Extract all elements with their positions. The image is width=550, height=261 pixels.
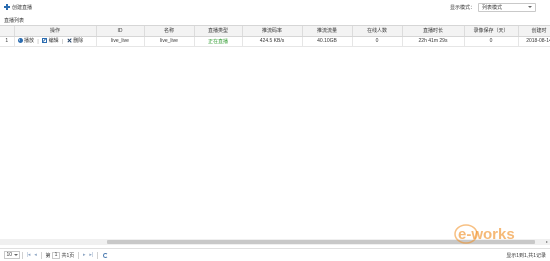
table-header-row: 操作 ID 名称 直播类型 推流码率 推流流量 在线人数 直播时长 录像保存（天… bbox=[0, 26, 550, 37]
chevron-down-icon bbox=[528, 6, 532, 8]
column-header-index bbox=[0, 26, 15, 37]
edit-label: 编辑 bbox=[48, 38, 59, 44]
plus-icon bbox=[4, 4, 10, 10]
watermark-text: e-works bbox=[458, 226, 515, 243]
create-live-button[interactable]: 创建直播 bbox=[4, 3, 32, 11]
play-button[interactable]: 播放 bbox=[17, 37, 35, 44]
cell-bitrate: 424.5 KB/s bbox=[242, 36, 303, 47]
next-page-button[interactable]: ▸ bbox=[81, 251, 88, 259]
scroll-right-icon[interactable] bbox=[546, 240, 548, 243]
page-size-select[interactable]: 10 bbox=[4, 251, 20, 259]
column-header-retention[interactable]: 录像保存（天） bbox=[464, 26, 519, 37]
cell-created: 2018-08-14 bbox=[518, 36, 550, 47]
column-header-bitrate[interactable]: 推流码率 bbox=[242, 26, 303, 37]
chevron-down-icon bbox=[13, 254, 18, 256]
prev-page-button[interactable]: ◂ bbox=[32, 251, 39, 259]
page-suffix: 共1页 bbox=[61, 252, 75, 259]
column-header-online[interactable]: 在线人数 bbox=[352, 26, 403, 37]
play-icon bbox=[17, 38, 23, 43]
panel-title: 直播列表 bbox=[4, 18, 25, 24]
edit-button[interactable]: 编辑 bbox=[42, 37, 59, 44]
cell-traffic: 40.10GB bbox=[302, 36, 353, 47]
create-live-label: 创建直播 bbox=[12, 4, 33, 11]
cell-online: 0 bbox=[352, 36, 403, 47]
column-header-created[interactable]: 创建时 bbox=[518, 26, 550, 37]
edit-icon bbox=[42, 38, 48, 43]
display-mode: 显示模式： 列表模式 bbox=[450, 2, 536, 12]
display-mode-select[interactable]: 列表模式 bbox=[478, 2, 536, 12]
row-index: 1 bbox=[0, 36, 15, 47]
last-page-button[interactable]: ▸| bbox=[88, 251, 95, 259]
cell-id: live_live bbox=[96, 36, 145, 47]
row-actions: 播放 | 编辑 | 删除 bbox=[14, 36, 97, 47]
first-page-button[interactable]: |◂ bbox=[25, 251, 32, 259]
cell-retention: 0 bbox=[464, 36, 519, 47]
page-size-value: 10 bbox=[6, 252, 13, 258]
column-header-name[interactable]: 名称 bbox=[144, 26, 195, 37]
play-label: 播放 bbox=[24, 38, 35, 44]
records-summary: 显示1到1,共1记录 bbox=[506, 253, 546, 259]
display-mode-value: 列表模式 bbox=[482, 4, 503, 11]
eworks-watermark: e-works bbox=[454, 224, 515, 244]
page-number-input[interactable]: 1 bbox=[52, 251, 61, 259]
close-icon bbox=[67, 38, 72, 43]
display-mode-label: 显示模式： bbox=[449, 4, 475, 11]
cell-duration: 22h 41m 29s bbox=[402, 36, 465, 47]
column-header-type[interactable]: 直播类型 bbox=[194, 26, 243, 37]
column-header-traffic[interactable]: 推流流量 bbox=[302, 26, 353, 37]
page-prefix: 第 bbox=[45, 252, 51, 259]
column-header-id[interactable]: ID bbox=[96, 26, 145, 37]
delete-label: 删除 bbox=[73, 38, 84, 44]
cell-live-type: 正在直播 bbox=[194, 36, 243, 47]
table-row[interactable]: 1 播放 | 编辑 | 删除 live_live live_live 正在直播 … bbox=[0, 36, 550, 47]
delete-button[interactable]: 删除 bbox=[67, 37, 84, 44]
pagination-bar: 10 |◂ ◂ 第 1 共1页 ▸ ▸| 显示1到1,共1记录 bbox=[0, 248, 550, 261]
refresh-icon[interactable] bbox=[102, 252, 108, 258]
column-header-actions[interactable]: 操作 bbox=[14, 26, 97, 37]
cell-name: live_live bbox=[144, 36, 195, 47]
toolbar: 创建直播 显示模式： 列表模式 bbox=[0, 0, 550, 14]
column-header-duration[interactable]: 直播时长 bbox=[402, 26, 465, 37]
